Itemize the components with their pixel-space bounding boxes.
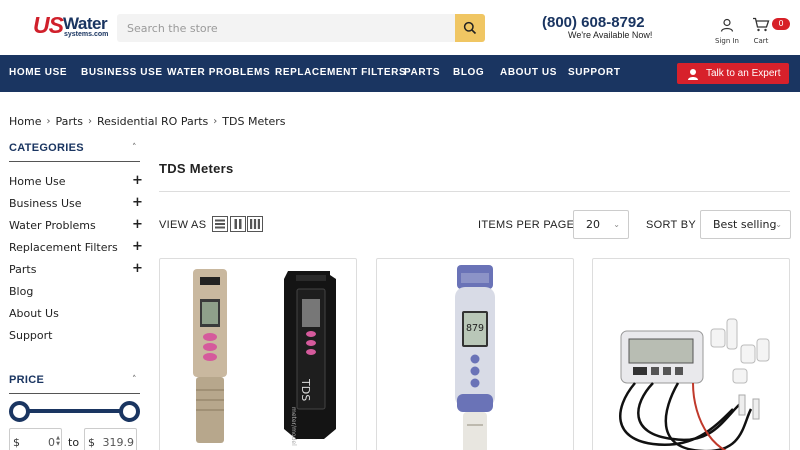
search-input[interactable]	[117, 14, 455, 42]
nav-about-us[interactable]: ABOUT US	[500, 67, 557, 78]
nav-parts[interactable]: PARTS	[404, 67, 440, 78]
sidebar-item-water-problems[interactable]: Water Problems	[9, 219, 96, 232]
svg-text:meter/model: meter/model	[290, 407, 297, 446]
categories-heading[interactable]: CATEGORIES	[9, 142, 84, 154]
headset-icon	[688, 68, 698, 80]
sort-by-label: SORT BY	[646, 219, 696, 231]
logo-systems: systems.com	[64, 31, 109, 38]
stepper-arrows-icon[interactable]: ▲ ▼	[56, 435, 60, 447]
three-column-grid-icon	[250, 219, 260, 229]
list-view-button[interactable]	[212, 216, 228, 232]
price-min-input[interactable]: $ 0 ▲ ▼	[9, 428, 62, 450]
chevron-down-icon: ⌄	[775, 220, 782, 229]
sidebar-item-home-use[interactable]: Home Use	[9, 175, 66, 188]
breadcrumb-residential-ro-parts[interactable]: Residential RO Parts	[97, 115, 208, 128]
price-to-label: to	[68, 436, 80, 449]
breadcrumb-home[interactable]: Home	[9, 115, 41, 128]
sort-by-value: Best selling	[713, 218, 777, 231]
nav-home-use[interactable]: HOME USE	[9, 67, 67, 78]
logo-us: US	[33, 12, 64, 38]
talk-to-expert-button[interactable]: Talk to an Expert	[677, 63, 789, 84]
expand-plus-icon[interactable]: +	[132, 195, 143, 210]
sidebar-item-replacement-filters[interactable]: Replacement Filters	[9, 241, 118, 254]
price-divider	[9, 393, 140, 394]
breadcrumb-parts[interactable]: Parts	[55, 115, 82, 128]
talk-to-expert-label: Talk to an Expert	[706, 68, 781, 79]
chevron-down-icon: ⌄	[613, 220, 620, 229]
price-min-value: 0	[48, 436, 55, 449]
list-view-icon	[215, 219, 225, 229]
items-per-page-select[interactable]: 20 ⌄	[573, 210, 629, 239]
search-bar	[117, 14, 485, 42]
nav-business-use[interactable]: BUSINESS USE	[81, 67, 163, 78]
price-max-input[interactable]: $ 319.9	[84, 428, 137, 450]
nav-water-problems[interactable]: WATER PROBLEMS	[167, 67, 270, 78]
page-title: TDS Meters	[159, 161, 234, 176]
expand-plus-icon[interactable]: +	[132, 261, 143, 276]
site-header: US Water systems.com (800) 608-8792 We'r…	[0, 0, 800, 55]
product-card[interactable]	[592, 258, 790, 450]
search-icon	[463, 21, 477, 35]
grid-2-view-button[interactable]	[230, 216, 246, 232]
two-column-grid-icon	[234, 219, 242, 229]
hm-digital-tds-pen-image: 879	[455, 265, 495, 450]
currency-symbol: $	[13, 436, 20, 449]
sidebar-item-blog[interactable]: Blog	[9, 285, 33, 298]
sidebar-item-business-use[interactable]: Business Use	[9, 197, 82, 210]
user-icon	[720, 18, 734, 32]
expand-plus-icon[interactable]: +	[132, 173, 143, 188]
price-slider-min-handle[interactable]	[9, 401, 30, 422]
search-button[interactable]	[455, 14, 485, 42]
breadcrumb-tds-meters: TDS Meters	[222, 115, 286, 128]
cart-link[interactable]: Cart	[747, 17, 775, 45]
nav-blog[interactable]: BLOG	[453, 67, 484, 78]
cart-count-badge: 0	[772, 18, 790, 30]
site-logo[interactable]: US Water systems.com	[33, 12, 115, 40]
items-per-page-label: ITEMS PER PAGE	[478, 219, 575, 231]
chevron-up-icon[interactable]: ˄	[132, 143, 137, 153]
price-slider-max-handle[interactable]	[119, 401, 140, 422]
expand-plus-icon[interactable]: +	[132, 239, 143, 254]
cart-label: Cart	[753, 37, 769, 45]
chevron-up-icon[interactable]: ˄	[132, 375, 137, 385]
product-card[interactable]: 879	[376, 258, 574, 450]
view-as-label: VIEW AS	[159, 219, 207, 231]
expand-plus-icon[interactable]: +	[132, 217, 143, 232]
svg-text:879: 879	[466, 323, 484, 334]
availability-text: We're Available Now!	[568, 30, 653, 40]
chevron-right-icon: ›	[87, 116, 92, 127]
sign-in-label: Sign In	[715, 37, 739, 45]
svg-text:TDS: TDS	[299, 378, 312, 401]
categories-divider	[9, 161, 140, 162]
items-per-page-value: 20	[586, 218, 600, 231]
chevron-right-icon: ›	[46, 116, 51, 127]
chevron-right-icon: ›	[213, 116, 218, 127]
product-card[interactable]: TDS meter/model	[159, 258, 357, 450]
sidebar-item-about-us[interactable]: About Us	[9, 307, 59, 320]
inline-tds-monitor-image	[619, 318, 770, 450]
cart-icon	[753, 17, 770, 32]
breadcrumb: Home › Parts › Residential RO Parts › TD…	[9, 115, 286, 128]
phone-number[interactable]: (800) 608-8792	[542, 14, 645, 31]
sort-by-select[interactable]: Best selling ⌄	[700, 210, 791, 239]
nav-replacement-filters[interactable]: REPLACEMENT FILTERS	[275, 67, 406, 78]
currency-symbol: $	[88, 436, 95, 449]
price-max-value: 319.9	[102, 436, 135, 449]
sign-in-link[interactable]: Sign In	[713, 17, 741, 45]
tds-meter-with-case-image: TDS meter/model	[193, 269, 336, 446]
price-heading[interactable]: PRICE	[9, 374, 44, 386]
title-divider	[159, 191, 790, 192]
nav-support[interactable]: SUPPORT	[568, 67, 621, 78]
sidebar-item-parts[interactable]: Parts	[9, 263, 36, 276]
grid-3-view-button[interactable]	[247, 216, 263, 232]
sidebar-item-support[interactable]: Support	[9, 329, 52, 342]
